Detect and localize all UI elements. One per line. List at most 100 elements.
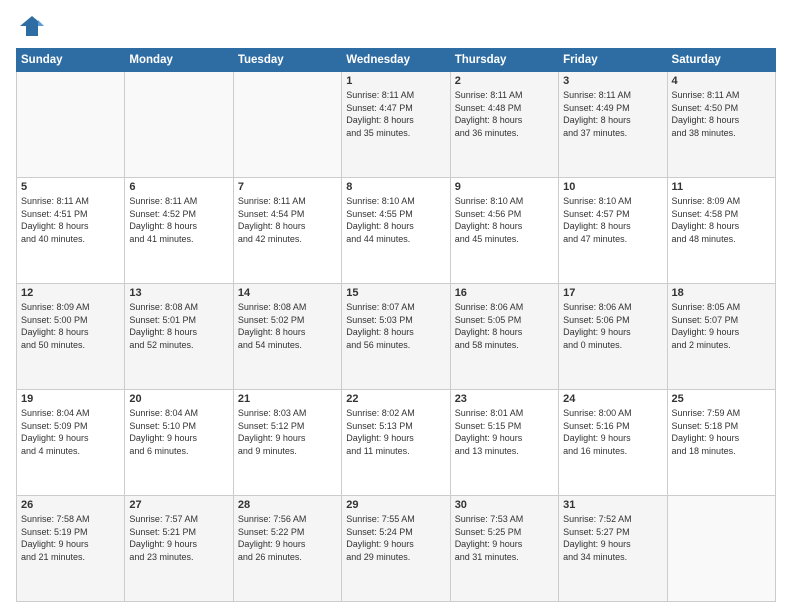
day-cell: 29 Sunrise: 7:55 AM Sunset: 5:24 PM Dayli…	[342, 496, 450, 602]
day-number: 31	[563, 499, 662, 511]
day-cell: 24Sunrise: 8:00 AM Sunset: 5:16 PM Dayli…	[559, 390, 667, 496]
day-number: 3	[563, 75, 662, 87]
day-cell: 13Sunrise: 8:08 AM Sunset: 5:01 PM Dayli…	[125, 284, 233, 390]
day-info: Sunrise: 8:06 AM Sunset: 5:05 PM Dayligh…	[455, 301, 554, 351]
logo-area	[16, 12, 46, 40]
column-header-saturday: Saturday	[667, 49, 775, 72]
day-info: Sunrise: 8:09 AM Sunset: 4:58 PM Dayligh…	[672, 195, 771, 245]
day-number: 26	[21, 499, 120, 511]
week-row-2: 12 Sunrise: 8:09 AM Sunset: 5:00 PM Dayli…	[17, 284, 776, 390]
column-header-thursday: Thursday	[450, 49, 558, 72]
day-cell: 23Sunrise: 8:01 AM Sunset: 5:15 PM Dayli…	[450, 390, 558, 496]
header	[16, 12, 776, 40]
day-info: Sunrise: 7:58 AM Sunset: 5:19 PM Dayligh…	[21, 513, 120, 563]
day-number: 7	[238, 181, 337, 193]
day-info: Sunrise: 8:04 AM Sunset: 5:09 PM Dayligh…	[21, 407, 120, 457]
day-number: 29	[346, 499, 445, 511]
day-info: Sunrise: 8:09 AM Sunset: 5:00 PM Dayligh…	[21, 301, 120, 351]
day-info: Sunrise: 7:56 AM Sunset: 5:22 PM Dayligh…	[238, 513, 337, 563]
day-info: Sunrise: 8:10 AM Sunset: 4:56 PM Dayligh…	[455, 195, 554, 245]
week-row-1: 5Sunrise: 8:11 AM Sunset: 4:51 PM Daylig…	[17, 178, 776, 284]
day-number: 13	[129, 287, 228, 299]
day-cell: 15 Sunrise: 8:07 AM Sunset: 5:03 PM Dayli…	[342, 284, 450, 390]
day-number: 14	[238, 287, 337, 299]
day-info: Sunrise: 7:59 AM Sunset: 5:18 PM Dayligh…	[672, 407, 771, 457]
logo-icon	[18, 12, 46, 40]
day-number: 11	[672, 181, 771, 193]
week-row-4: 26 Sunrise: 7:58 AM Sunset: 5:19 PM Dayli…	[17, 496, 776, 602]
day-info: Sunrise: 8:11 AM Sunset: 4:54 PM Dayligh…	[238, 195, 337, 245]
day-info: Sunrise: 7:57 AM Sunset: 5:21 PM Dayligh…	[129, 513, 228, 563]
day-cell: 10 Sunrise: 8:10 AM Sunset: 4:57 PM Dayli…	[559, 178, 667, 284]
day-number: 22	[346, 393, 445, 405]
day-info: Sunrise: 8:00 AM Sunset: 5:16 PM Dayligh…	[563, 407, 662, 457]
week-row-3: 19 Sunrise: 8:04 AM Sunset: 5:09 PM Dayli…	[17, 390, 776, 496]
day-number: 8	[346, 181, 445, 193]
day-info: Sunrise: 8:11 AM Sunset: 4:51 PM Dayligh…	[21, 195, 120, 245]
day-number: 10	[563, 181, 662, 193]
day-cell: 17 Sunrise: 8:06 AM Sunset: 5:06 PM Dayli…	[559, 284, 667, 390]
day-info: Sunrise: 8:11 AM Sunset: 4:50 PM Dayligh…	[672, 89, 771, 139]
header-row: SundayMondayTuesdayWednesdayThursdayFrid…	[17, 49, 776, 72]
day-info: Sunrise: 8:11 AM Sunset: 4:48 PM Dayligh…	[455, 89, 554, 139]
day-cell: 4 Sunrise: 8:11 AM Sunset: 4:50 PM Daylig…	[667, 72, 775, 178]
day-cell: 26 Sunrise: 7:58 AM Sunset: 5:19 PM Dayli…	[17, 496, 125, 602]
day-info: Sunrise: 7:55 AM Sunset: 5:24 PM Dayligh…	[346, 513, 445, 563]
day-number: 16	[455, 287, 554, 299]
day-cell: 2 Sunrise: 8:11 AM Sunset: 4:48 PM Daylig…	[450, 72, 558, 178]
day-cell: 22 Sunrise: 8:02 AM Sunset: 5:13 PM Dayli…	[342, 390, 450, 496]
day-cell: 8 Sunrise: 8:10 AM Sunset: 4:55 PM Daylig…	[342, 178, 450, 284]
day-cell	[233, 72, 341, 178]
day-number: 6	[129, 181, 228, 193]
day-cell: 12 Sunrise: 8:09 AM Sunset: 5:00 PM Dayli…	[17, 284, 125, 390]
day-number: 28	[238, 499, 337, 511]
day-info: Sunrise: 7:53 AM Sunset: 5:25 PM Dayligh…	[455, 513, 554, 563]
day-number: 12	[21, 287, 120, 299]
day-number: 17	[563, 287, 662, 299]
column-header-tuesday: Tuesday	[233, 49, 341, 72]
day-cell: 16 Sunrise: 8:06 AM Sunset: 5:05 PM Dayli…	[450, 284, 558, 390]
day-info: Sunrise: 8:10 AM Sunset: 4:55 PM Dayligh…	[346, 195, 445, 245]
day-cell: 19 Sunrise: 8:04 AM Sunset: 5:09 PM Dayli…	[17, 390, 125, 496]
day-info: Sunrise: 8:04 AM Sunset: 5:10 PM Dayligh…	[129, 407, 228, 457]
calendar-table: SundayMondayTuesdayWednesdayThursdayFrid…	[16, 48, 776, 602]
day-info: Sunrise: 8:03 AM Sunset: 5:12 PM Dayligh…	[238, 407, 337, 457]
day-info: Sunrise: 8:07 AM Sunset: 5:03 PM Dayligh…	[346, 301, 445, 351]
week-row-0: 1 Sunrise: 8:11 AM Sunset: 4:47 PM Daylig…	[17, 72, 776, 178]
day-info: Sunrise: 8:08 AM Sunset: 5:02 PM Dayligh…	[238, 301, 337, 351]
day-number: 4	[672, 75, 771, 87]
column-header-sunday: Sunday	[17, 49, 125, 72]
day-info: Sunrise: 8:02 AM Sunset: 5:13 PM Dayligh…	[346, 407, 445, 457]
day-number: 25	[672, 393, 771, 405]
day-number: 1	[346, 75, 445, 87]
day-number: 20	[129, 393, 228, 405]
day-cell	[125, 72, 233, 178]
day-cell: 11 Sunrise: 8:09 AM Sunset: 4:58 PM Dayli…	[667, 178, 775, 284]
day-cell: 3 Sunrise: 8:11 AM Sunset: 4:49 PM Daylig…	[559, 72, 667, 178]
day-number: 19	[21, 393, 120, 405]
day-cell	[17, 72, 125, 178]
day-number: 18	[672, 287, 771, 299]
day-cell: 14 Sunrise: 8:08 AM Sunset: 5:02 PM Dayli…	[233, 284, 341, 390]
day-info: Sunrise: 8:06 AM Sunset: 5:06 PM Dayligh…	[563, 301, 662, 351]
day-info: Sunrise: 8:05 AM Sunset: 5:07 PM Dayligh…	[672, 301, 771, 351]
day-cell: 18 Sunrise: 8:05 AM Sunset: 5:07 PM Dayli…	[667, 284, 775, 390]
day-number: 30	[455, 499, 554, 511]
day-number: 27	[129, 499, 228, 511]
day-number: 15	[346, 287, 445, 299]
page: SundayMondayTuesdayWednesdayThursdayFrid…	[0, 0, 792, 612]
day-info: Sunrise: 8:11 AM Sunset: 4:49 PM Dayligh…	[563, 89, 662, 139]
day-number: 23	[455, 393, 554, 405]
day-cell: 25 Sunrise: 7:59 AM Sunset: 5:18 PM Dayli…	[667, 390, 775, 496]
day-number: 9	[455, 181, 554, 193]
day-cell: 7 Sunrise: 8:11 AM Sunset: 4:54 PM Daylig…	[233, 178, 341, 284]
day-info: Sunrise: 8:10 AM Sunset: 4:57 PM Dayligh…	[563, 195, 662, 245]
column-header-monday: Monday	[125, 49, 233, 72]
day-info: Sunrise: 8:11 AM Sunset: 4:47 PM Dayligh…	[346, 89, 445, 139]
day-cell: 27 Sunrise: 7:57 AM Sunset: 5:21 PM Dayli…	[125, 496, 233, 602]
day-cell: 20 Sunrise: 8:04 AM Sunset: 5:10 PM Dayli…	[125, 390, 233, 496]
day-cell: 28 Sunrise: 7:56 AM Sunset: 5:22 PM Dayli…	[233, 496, 341, 602]
day-cell: 30 Sunrise: 7:53 AM Sunset: 5:25 PM Dayli…	[450, 496, 558, 602]
day-cell: 31Sunrise: 7:52 AM Sunset: 5:27 PM Dayli…	[559, 496, 667, 602]
day-number: 2	[455, 75, 554, 87]
